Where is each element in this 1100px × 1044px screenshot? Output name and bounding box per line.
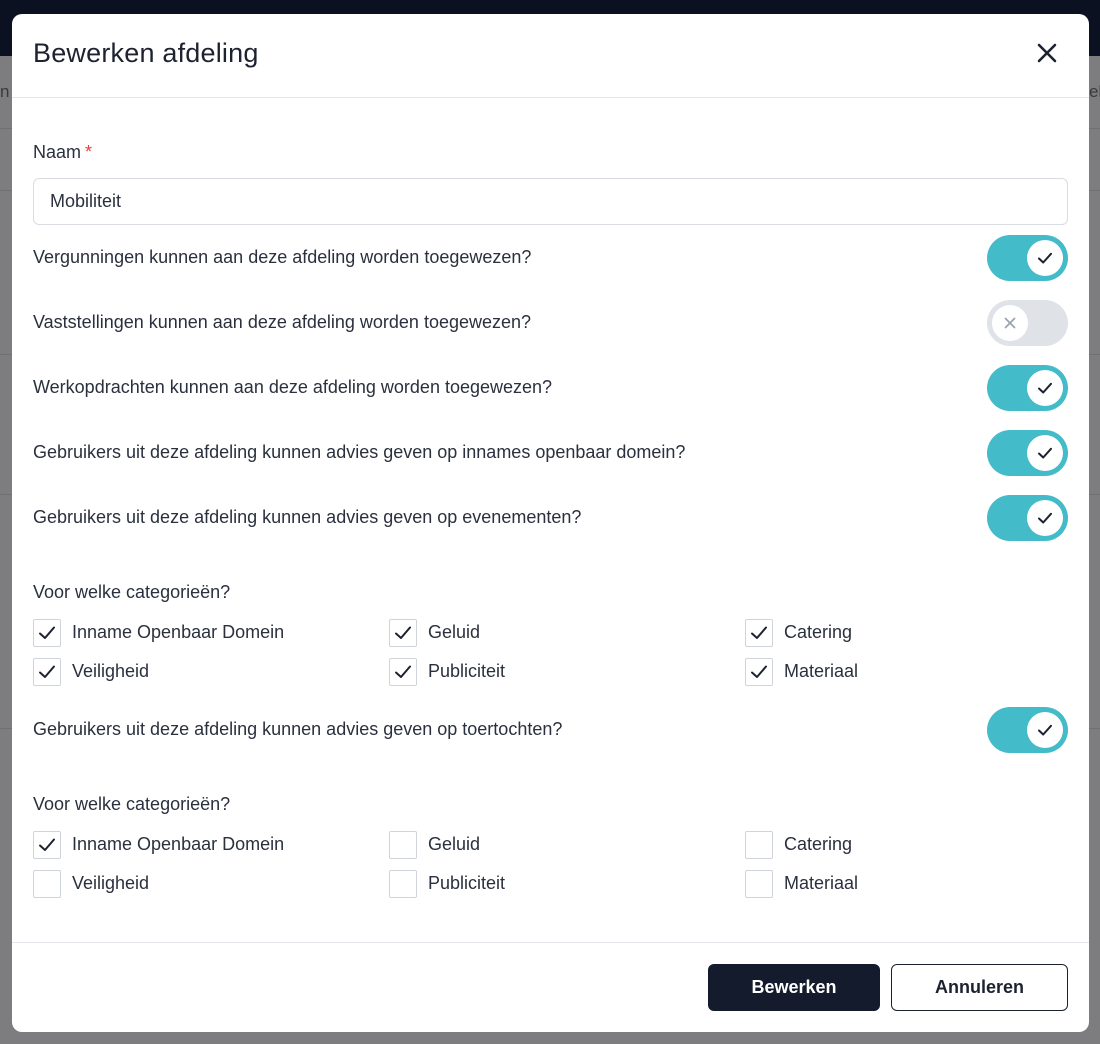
checkbox-label: Catering [784, 622, 853, 642]
category-checkbox[interactable]: Inname Openbaar Domein [33, 831, 333, 859]
toggle-label: Gebruikers uit deze afdeling kunnen advi… [33, 507, 582, 527]
checkbox-box[interactable] [33, 831, 61, 859]
checkbox-label: Inname Openbaar Domein [72, 834, 285, 854]
toggle-row-permits: Vergunningen kunnen aan deze afdeling wo… [33, 235, 1068, 281]
category-checkbox[interactable]: Catering [745, 619, 1045, 647]
background-edge-text: n [0, 82, 10, 101]
submit-button[interactable]: Bewerken [708, 964, 880, 1011]
toggle-label: Werkopdrachten kunnen aan deze afdeling … [33, 377, 553, 397]
tours-categories-heading: Voor welke categorieën? [33, 794, 231, 814]
toggle-label: Vergunningen kunnen aan deze afdeling wo… [33, 247, 532, 267]
category-checkbox[interactable]: Catering [745, 831, 1045, 859]
tours-advice-toggle[interactable] [987, 707, 1068, 753]
x-icon [1004, 317, 1016, 329]
check-icon [1038, 252, 1052, 264]
category-checkbox[interactable]: Materiaal [745, 870, 1045, 898]
toggle-row-work-orders: Werkopdrachten kunnen aan deze afdeling … [33, 365, 1068, 411]
checkbox-label: Catering [784, 834, 853, 854]
checkbox-box[interactable] [389, 870, 417, 898]
check-icon [395, 626, 411, 639]
checkbox-box[interactable] [745, 619, 773, 647]
check-icon [39, 838, 55, 851]
checkbox-label: Inname Openbaar Domein [72, 622, 285, 642]
toggle-row-tours-advice: Gebruikers uit deze afdeling kunnen advi… [33, 707, 1068, 753]
edit-department-modal: Bewerken afdeling Naam* Vergunningen kun… [12, 14, 1089, 1032]
toggle-label: Vaststellingen kunnen aan deze afdeling … [33, 312, 532, 332]
checkbox-label: Geluid [428, 622, 481, 642]
check-icon [39, 665, 55, 678]
checkbox-label: Geluid [428, 834, 481, 854]
work-orders-toggle[interactable] [987, 365, 1068, 411]
check-icon [1038, 512, 1052, 524]
toggle-knob [1027, 500, 1063, 536]
checkbox-box[interactable] [745, 831, 773, 859]
check-icon [1038, 724, 1052, 736]
modal-footer: Bewerken Annuleren [12, 942, 1089, 1032]
name-label: Naam * [33, 142, 92, 163]
toggle-knob [992, 305, 1028, 341]
toggle-label: Gebruikers uit deze afdeling kunnen advi… [33, 719, 563, 739]
check-icon [395, 665, 411, 678]
name-input[interactable] [33, 178, 1068, 225]
events-categories-heading: Voor welke categorieën? [33, 582, 231, 602]
checkbox-box[interactable] [33, 870, 61, 898]
public-domain-advice-toggle[interactable] [987, 430, 1068, 476]
close-icon [1037, 43, 1057, 63]
background-edge-text: el [1089, 82, 1100, 101]
check-icon [1038, 447, 1052, 459]
category-checkbox[interactable]: Geluid [389, 619, 689, 647]
checkbox-label: Materiaal [784, 661, 859, 681]
findings-toggle[interactable] [987, 300, 1068, 346]
name-label-text: Naam [33, 142, 82, 162]
category-checkbox[interactable]: Publiciteit [389, 658, 689, 686]
toggle-label: Gebruikers uit deze afdeling kunnen advi… [33, 442, 686, 462]
modal-title: Bewerken afdeling [33, 38, 259, 68]
check-icon [1038, 382, 1052, 394]
events-advice-toggle[interactable] [987, 495, 1068, 541]
checkbox-box[interactable] [33, 619, 61, 647]
toggle-knob [1027, 712, 1063, 748]
check-icon [751, 626, 767, 639]
category-checkbox[interactable]: Veiligheid [33, 870, 333, 898]
close-button[interactable] [1032, 38, 1062, 68]
checkbox-box[interactable] [389, 619, 417, 647]
modal-header: Bewerken afdeling [12, 14, 1089, 98]
category-checkbox[interactable]: Veiligheid [33, 658, 333, 686]
toggle-row-findings: Vaststellingen kunnen aan deze afdeling … [33, 300, 1068, 346]
toggle-knob [1027, 435, 1063, 471]
checkbox-box[interactable] [389, 658, 417, 686]
checkbox-box[interactable] [33, 658, 61, 686]
checkbox-label: Publiciteit [428, 873, 506, 893]
checkbox-box[interactable] [389, 831, 417, 859]
checkbox-box[interactable] [745, 658, 773, 686]
category-checkbox[interactable]: Publiciteit [389, 870, 689, 898]
category-checkbox[interactable]: Inname Openbaar Domein [33, 619, 333, 647]
checkbox-label: Publiciteit [428, 661, 506, 681]
checkbox-label: Materiaal [784, 873, 859, 893]
check-icon [751, 665, 767, 678]
permits-toggle[interactable] [987, 235, 1068, 281]
check-icon [39, 626, 55, 639]
toggle-knob [1027, 240, 1063, 276]
checkbox-label: Veiligheid [72, 873, 150, 893]
category-checkbox[interactable]: Materiaal [745, 658, 1045, 686]
required-marker: * [85, 142, 93, 162]
toggle-knob [1027, 370, 1063, 406]
toggle-row-events-advice: Gebruikers uit deze afdeling kunnen advi… [33, 495, 1068, 541]
category-checkbox[interactable]: Geluid [389, 831, 689, 859]
checkbox-label: Veiligheid [72, 661, 150, 681]
cancel-button[interactable]: Annuleren [891, 964, 1068, 1011]
toggle-row-public-domain-advice: Gebruikers uit deze afdeling kunnen advi… [33, 430, 1068, 476]
checkbox-box[interactable] [745, 870, 773, 898]
